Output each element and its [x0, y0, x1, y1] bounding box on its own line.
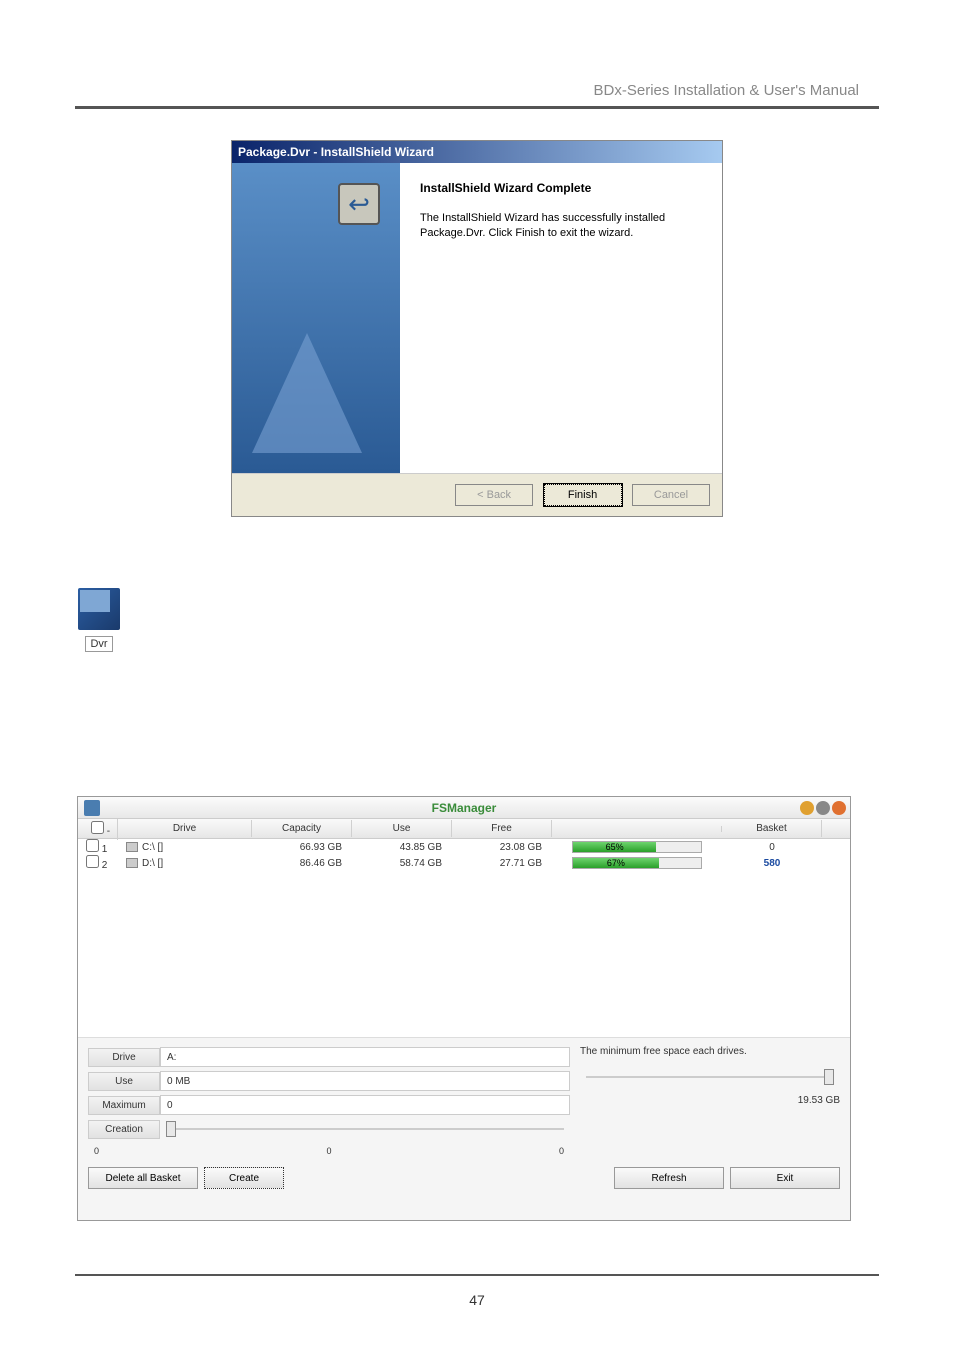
page-number: 47	[469, 1292, 485, 1308]
usage-bar: 67%	[572, 857, 702, 869]
refresh-button[interactable]: Refresh	[614, 1167, 724, 1189]
fsmanager-dialog: FSManager - Drive Capacity Use Free Bask…	[77, 796, 851, 1221]
table-header: - Drive Capacity Use Free Basket	[78, 819, 850, 839]
check-dash: -	[107, 826, 110, 837]
usage-bar: 65%	[572, 841, 702, 853]
cancel-button: Cancel	[632, 484, 710, 506]
fsmanager-footer: Delete all Basket Create Refresh Exit	[78, 1159, 850, 1197]
dialog-titlebar[interactable]: Package.Dvr - InstallShield Wizard	[232, 141, 722, 163]
min-free-value: 19.53 GB	[580, 1095, 840, 1106]
col-bar-header	[552, 826, 722, 832]
slider-thumb[interactable]	[166, 1121, 176, 1137]
wizard-content: InstallShield Wizard Complete The Instal…	[400, 163, 722, 473]
usage-fill: 65%	[573, 842, 656, 852]
drive-label: Drive	[88, 1048, 160, 1067]
col-basket-header[interactable]: Basket	[722, 820, 822, 837]
row-checkbox[interactable]	[86, 855, 99, 868]
maximum-value: 0	[160, 1095, 570, 1115]
drive-path: C:\ []	[142, 842, 163, 853]
col-check-header[interactable]: -	[84, 818, 118, 840]
col-free-header[interactable]: Free	[452, 820, 552, 837]
close-icon[interactable]	[832, 801, 846, 815]
app-icon	[84, 800, 100, 816]
min-free-slider[interactable]	[580, 1067, 840, 1087]
capacity-cell: 66.93 GB	[252, 842, 352, 853]
basket-cell: 580	[722, 858, 822, 869]
header-rule	[75, 106, 879, 109]
min-free-label: The minimum free space each drives.	[580, 1046, 840, 1057]
back-button: < Back	[455, 484, 533, 506]
delete-all-basket-button[interactable]: Delete all Basket	[88, 1167, 198, 1189]
basket-cell: 0	[722, 842, 822, 853]
drive-icon	[126, 842, 138, 852]
use-value: 0 MB	[160, 1071, 570, 1091]
row-num: 2	[102, 860, 108, 871]
dvr-desktop-icon[interactable]: Dvr	[75, 588, 123, 652]
table-row[interactable]: 2 D:\ [] 86.46 GB 58.74 GB 27.71 GB 67% …	[84, 855, 850, 871]
drive-icon	[126, 858, 138, 868]
dvr-icon	[78, 588, 120, 630]
minimize-icon[interactable]	[800, 801, 814, 815]
creation-label: Creation	[88, 1120, 160, 1139]
wizard-footer: < Back Finish Cancel	[232, 473, 722, 516]
row-num: 1	[102, 844, 108, 855]
window-controls	[800, 801, 846, 815]
row-checkbox[interactable]	[86, 839, 99, 852]
drive-path: D:\ []	[142, 858, 163, 869]
slider-ticks: 0 0 0	[88, 1142, 570, 1156]
usage-fill: 67%	[573, 858, 659, 868]
col-drive-header[interactable]: Drive	[118, 820, 252, 837]
table-row[interactable]: 1 C:\ [] 66.93 GB 43.85 GB 23.08 GB 65% …	[84, 839, 850, 855]
fsmanager-titlebar[interactable]: FSManager	[78, 797, 850, 819]
drive-value: A:	[160, 1047, 570, 1067]
tick: 0	[326, 1146, 331, 1156]
free-cell: 27.71 GB	[452, 858, 552, 869]
use-cell: 58.74 GB	[352, 858, 452, 869]
creation-slider[interactable]	[160, 1119, 570, 1139]
col-capacity-header[interactable]: Capacity	[252, 820, 352, 837]
use-label: Use	[88, 1072, 160, 1091]
wizard-heading: InstallShield Wizard Complete	[420, 181, 702, 195]
page-header: BDx-Series Installation & User's Manual	[594, 82, 859, 99]
col-use-header[interactable]: Use	[352, 820, 452, 837]
capacity-cell: 86.46 GB	[252, 858, 352, 869]
maximum-label: Maximum	[88, 1096, 160, 1115]
free-cell: 23.08 GB	[452, 842, 552, 853]
select-all-checkbox[interactable]	[91, 821, 104, 834]
slider-thumb[interactable]	[824, 1069, 834, 1085]
wizard-shape	[252, 333, 362, 453]
finish-button[interactable]: Finish	[544, 484, 622, 506]
use-cell: 43.85 GB	[352, 842, 452, 853]
create-button[interactable]: Create	[204, 1167, 284, 1189]
installshield-dialog: Package.Dvr - InstallShield Wizard ↩ Ins…	[231, 140, 723, 517]
box-icon: ↩	[338, 183, 380, 225]
lower-panel: Drive A: Use 0 MB Maximum 0 Creation 0 0…	[78, 1037, 850, 1159]
dvr-icon-label: Dvr	[85, 636, 112, 652]
exit-button[interactable]: Exit	[730, 1167, 840, 1189]
table-body: 1 C:\ [] 66.93 GB 43.85 GB 23.08 GB 65% …	[78, 839, 850, 1037]
tick: 0	[94, 1146, 99, 1156]
fsmanager-title: FSManager	[432, 801, 497, 815]
wizard-graphic: ↩	[232, 163, 400, 473]
wizard-body-text: The InstallShield Wizard has successfull…	[420, 211, 702, 242]
footer-rule	[75, 1274, 879, 1276]
maximize-icon[interactable]	[816, 801, 830, 815]
tick: 0	[559, 1146, 564, 1156]
